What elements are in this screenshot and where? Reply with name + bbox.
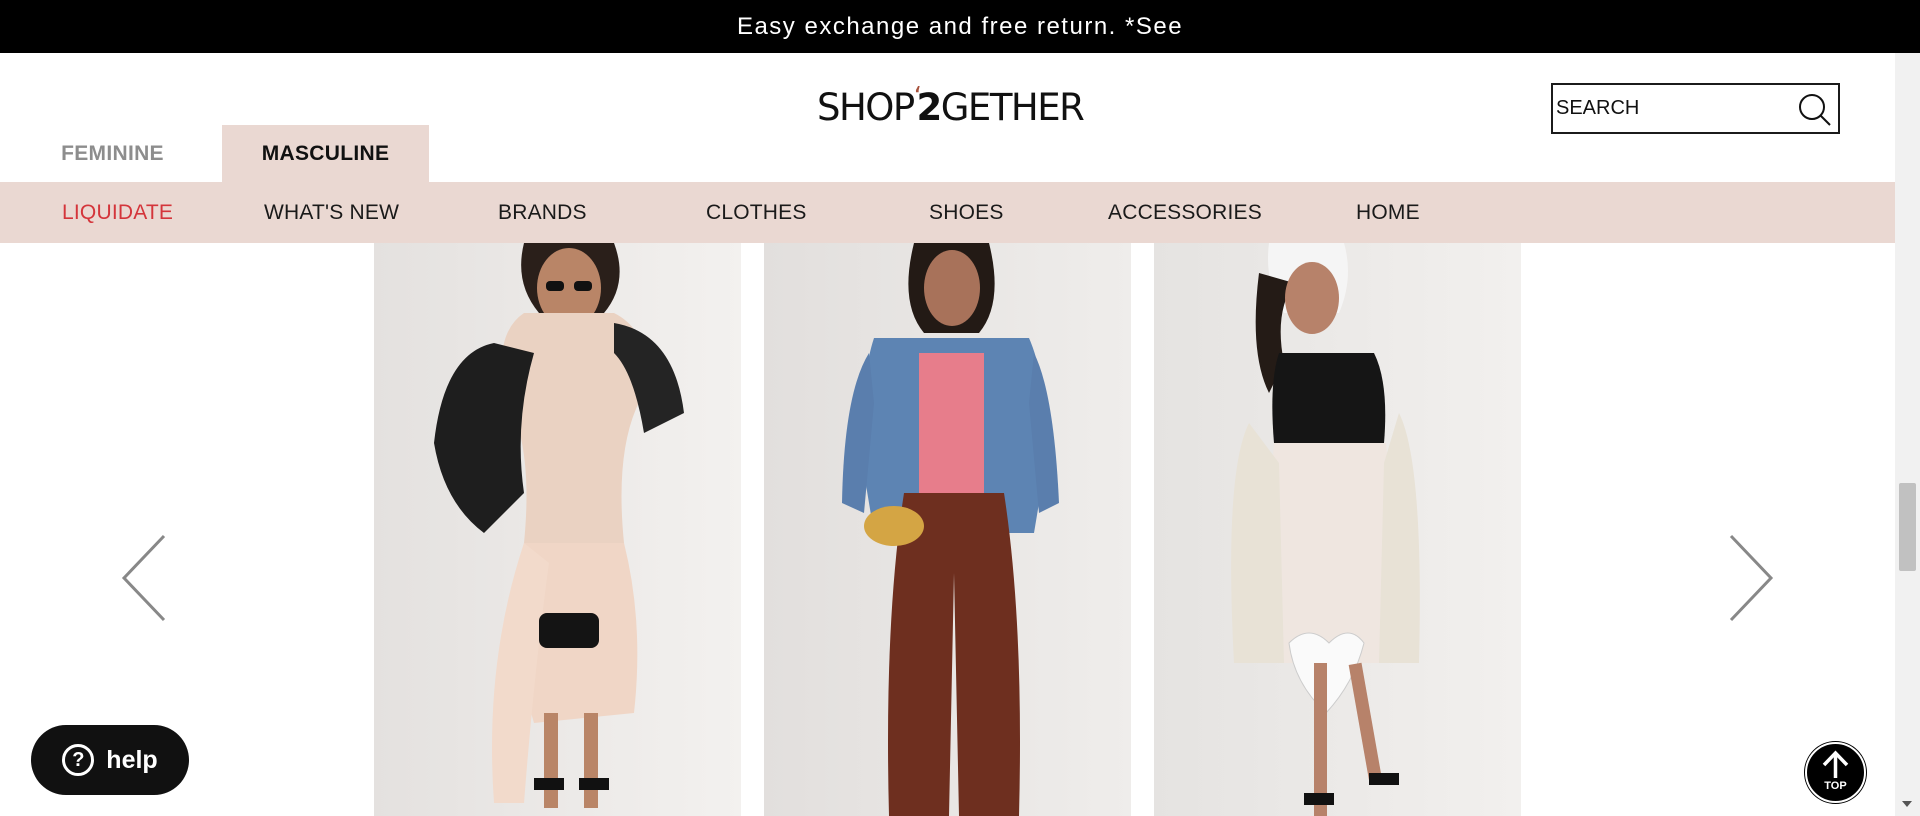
nav-item-clothes[interactable]: CLOTHES	[706, 182, 807, 243]
announcement-bar: Easy exchange and free return. *See	[0, 0, 1920, 53]
nav-item-accessories[interactable]: ACCESSORIES	[1108, 182, 1262, 243]
product-card[interactable]	[374, 243, 741, 816]
top-label: TOP	[1824, 780, 1847, 792]
tab-feminine[interactable]: FEMININE	[20, 125, 205, 182]
search-input[interactable]	[1556, 93, 1786, 123]
back-to-top-button[interactable]: TOP	[1805, 742, 1866, 803]
logo-text-shop: SHOP	[817, 85, 915, 129]
tab-masculine[interactable]: MASCULINE	[222, 125, 429, 182]
search-icon[interactable]	[1796, 91, 1832, 127]
product-carousel	[0, 243, 1895, 816]
help-label: help	[106, 745, 158, 774]
nav-item-brands[interactable]: BRANDS	[498, 182, 587, 243]
nav-item-home[interactable]: HOME	[1356, 182, 1420, 243]
nav-item-liquidate[interactable]: LIQUIDATE	[62, 182, 173, 243]
chevron-right-icon[interactable]	[1726, 533, 1776, 623]
product-card[interactable]	[1154, 243, 1521, 816]
chevron-left-icon[interactable]	[119, 533, 169, 623]
main-nav: LIQUIDATE WHAT'S NEW BRANDS CLOTHES SHOE…	[0, 182, 1895, 243]
page-scrollbar[interactable]	[1895, 53, 1920, 816]
product-image	[1154, 243, 1521, 816]
product-card[interactable]	[764, 243, 1131, 816]
scroll-down-arrow[interactable]	[1902, 801, 1912, 807]
question-circle-icon: ?	[62, 744, 95, 776]
product-image	[374, 243, 741, 816]
site-logo[interactable]: SHOP ‘2 GETHER	[817, 82, 1085, 131]
scroll-thumb[interactable]	[1899, 483, 1916, 571]
logo-text-gether: GETHER	[940, 85, 1085, 129]
nav-item-whats-new[interactable]: WHAT'S NEW	[264, 182, 399, 243]
product-image	[764, 243, 1131, 816]
search-box	[1551, 83, 1840, 134]
announcement-text[interactable]: Easy exchange and free return. *See	[737, 13, 1183, 41]
help-button[interactable]: ? help	[31, 725, 189, 795]
logo-text-two: 2	[916, 85, 943, 129]
nav-item-shoes[interactable]: SHOES	[929, 182, 1004, 243]
arrow-up-icon	[1822, 750, 1849, 778]
